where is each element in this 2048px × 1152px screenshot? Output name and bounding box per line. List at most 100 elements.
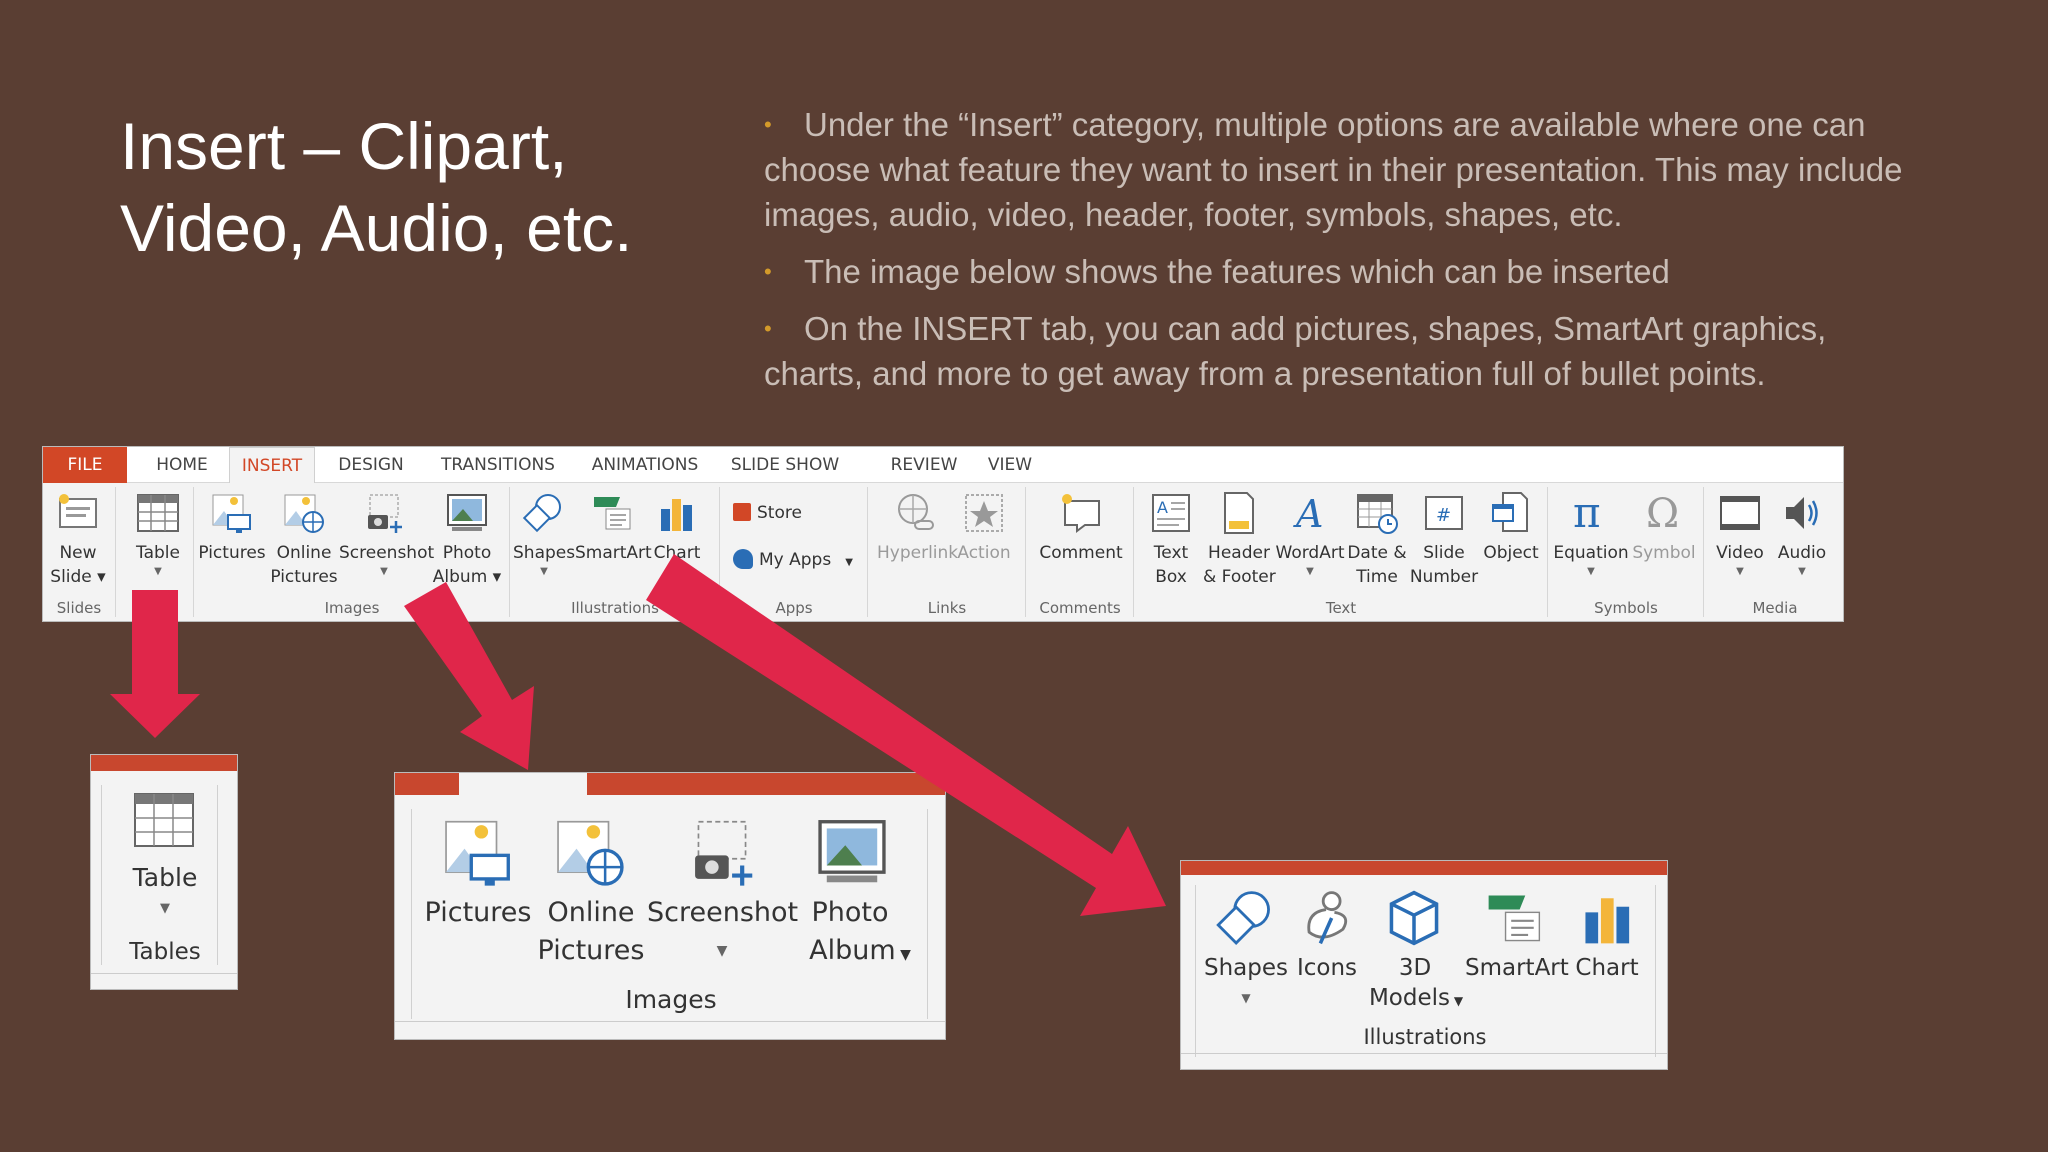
zoom-shapes-label: Shapes	[1203, 955, 1288, 981]
chevron-down-icon: ▼	[160, 901, 170, 916]
shapes-icon	[522, 494, 561, 533]
symbol-button[interactable]: Ω Symbol	[1629, 491, 1699, 565]
chevron-down-icon: ▼	[380, 566, 388, 577]
my-apps-icon	[733, 549, 753, 569]
my-apps-button[interactable]: My Apps ▼	[733, 549, 853, 570]
bullet-dot-icon: •	[764, 316, 772, 341]
text-box-icon: A	[1152, 494, 1190, 532]
bullet-list: • Under the “Insert” category, multiple o…	[764, 102, 1934, 408]
tab-animations[interactable]: ANIMATIONS	[583, 447, 707, 483]
action-icon	[965, 494, 1003, 532]
zoom-icons-label: Icons	[1296, 955, 1358, 981]
wordart-icon: A	[1293, 492, 1323, 535]
shapes-button[interactable]: Shapes ▼	[513, 491, 575, 579]
table-icon	[134, 793, 194, 847]
group-label-links: Links	[927, 599, 967, 617]
chevron-down-icon: ▼	[1736, 566, 1744, 577]
object-icon	[1492, 492, 1528, 532]
chevron-down-icon: ▼	[1587, 566, 1595, 577]
photo-album-icon	[818, 820, 886, 883]
group-label-slides: Slides	[56, 599, 102, 617]
tab-transitions[interactable]: TRANSITIONS	[433, 447, 563, 483]
zoom-3d-models-label: 3D	[1398, 955, 1432, 981]
chart-button[interactable]: Chart	[649, 491, 705, 565]
comment-button[interactable]: Comment	[1033, 491, 1129, 565]
group-label-illustrations: Illustrations	[571, 599, 659, 617]
smartart-icon	[1488, 895, 1541, 942]
store-button[interactable]: Store	[733, 503, 802, 523]
zoom-smartart-label: SmartArt	[1465, 955, 1569, 981]
zoom-illustrations-panel: Shapes ▼ Icons 3D Models ▼ SmartArt Char…	[1180, 860, 1668, 1070]
tab-review[interactable]: REVIEW	[885, 447, 963, 483]
header-footer-icon	[1224, 492, 1254, 534]
chevron-down-icon: ▼	[540, 566, 548, 577]
zoom-photo-album-label: Photo	[811, 897, 889, 928]
svg-text:π: π	[1573, 491, 1601, 535]
group-label-comments: Comments	[1039, 599, 1121, 617]
chevron-down-icon: ▼	[1241, 991, 1251, 1005]
equation-button[interactable]: π Equation ▼	[1553, 491, 1629, 579]
icons-icon	[1307, 891, 1348, 945]
date-time-button[interactable]: Date & Time	[1345, 491, 1409, 589]
slide-number-button[interactable]: # Slide Number	[1409, 491, 1479, 589]
bullet-item: • The image below shows the features whic…	[764, 249, 1934, 294]
audio-button[interactable]: Audio ▼	[1771, 491, 1833, 579]
object-button[interactable]: Object	[1479, 491, 1543, 565]
group-label-text: Text	[1325, 599, 1357, 617]
online-pictures-button[interactable]: Online Pictures	[269, 491, 339, 589]
zoom-tables-panel: Table ▼ Tables	[90, 754, 238, 990]
tab-design[interactable]: DESIGN	[329, 447, 413, 483]
zoom-pictures-label: Pictures	[424, 897, 532, 928]
new-slide-button[interactable]: New Slide ▾	[47, 491, 109, 589]
group-label-media: Media	[1752, 599, 1798, 617]
equation-icon: π	[1573, 491, 1601, 535]
hyperlink-button[interactable]: Hyperlink	[877, 491, 958, 565]
photo-album-icon	[447, 494, 487, 531]
hyperlink-icon	[898, 494, 934, 530]
shapes-icon	[1216, 891, 1270, 945]
svg-text:Ω: Ω	[1646, 491, 1679, 535]
bullet-dot-icon: •	[764, 112, 772, 137]
slide-number-icon: #	[1425, 496, 1463, 530]
online-pictures-icon	[284, 494, 324, 533]
zoom-chart-label: Chart	[1575, 955, 1639, 981]
tab-view[interactable]: VIEW	[983, 447, 1037, 483]
action-button[interactable]: Action	[953, 491, 1015, 565]
screenshot-icon	[695, 820, 753, 886]
video-button[interactable]: Video ▼	[1709, 491, 1771, 579]
text-box-button[interactable]: A Text Box	[1139, 491, 1203, 589]
comment-icon	[1062, 494, 1100, 533]
svg-text:A: A	[1293, 492, 1323, 535]
group-label-symbols: Symbols	[1594, 599, 1658, 617]
tab-file[interactable]: FILE	[43, 447, 127, 483]
bullet-item: • On the INSERT tab, you can add pictures…	[764, 306, 1934, 396]
svg-text:#: #	[1436, 505, 1451, 526]
photo-album-button[interactable]: Photo Album ▾	[429, 491, 505, 589]
zoom-screenshot-label: Screenshot	[647, 897, 799, 928]
ribbon: FILE HOME INSERT DESIGN TRANSITIONS ANIM…	[42, 446, 1844, 622]
audio-icon	[1786, 497, 1818, 529]
new-slide-icon	[59, 494, 97, 528]
chart-icon	[1585, 898, 1630, 944]
screenshot-button[interactable]: Screenshot ▼	[339, 491, 434, 579]
pictures-button[interactable]: Pictures	[195, 491, 269, 565]
svg-text:A: A	[1157, 498, 1168, 517]
zoom-images-panel: Pictures Online Pictures Screenshot ▼ Ph…	[394, 772, 946, 1040]
zoom-online-pictures-label: Online	[547, 897, 635, 928]
chevron-down-icon: ▼	[1306, 566, 1314, 577]
date-time-icon	[1357, 494, 1398, 534]
pictures-icon	[212, 494, 251, 533]
bullet-item: • Under the “Insert” category, multiple o…	[764, 102, 1934, 237]
zoom-illustrations-group-label: Illustrations	[1363, 1025, 1487, 1049]
table-button[interactable]: Table ▼	[123, 491, 193, 579]
video-icon	[1720, 496, 1760, 530]
3d-models-icon	[1389, 890, 1439, 946]
header-footer-button[interactable]: Header & Footer	[1203, 491, 1276, 589]
screenshot-icon	[368, 494, 402, 533]
tab-insert[interactable]: INSERT	[229, 447, 315, 483]
tab-slide-show[interactable]: SLIDE SHOW	[727, 447, 843, 483]
tab-home[interactable]: HOME	[147, 447, 217, 483]
zoom-table-label: Table	[132, 863, 198, 892]
wordart-button[interactable]: A WordArt ▼	[1275, 491, 1345, 579]
smartart-button[interactable]: SmartArt	[575, 491, 652, 565]
